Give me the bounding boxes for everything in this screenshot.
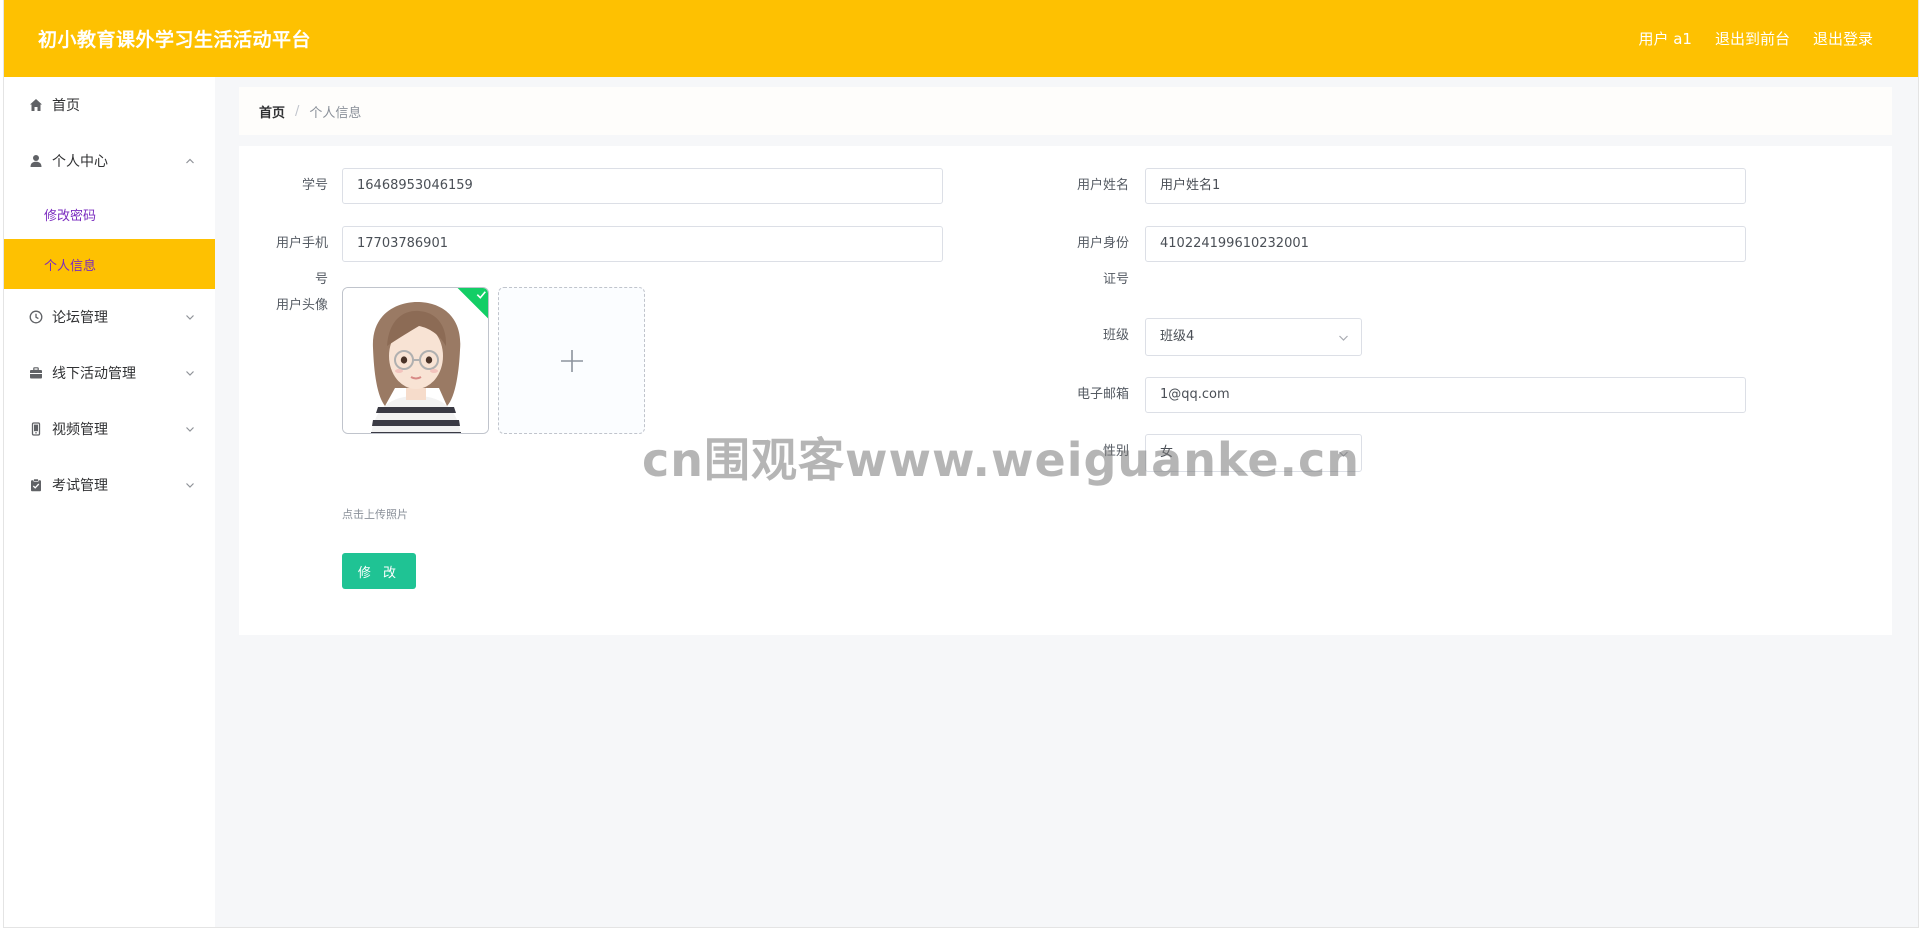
sidebar-item-label: 考试管理: [52, 478, 108, 494]
sidebar-item-offline-activity[interactable]: 线下活动管理: [4, 345, 215, 401]
sidebar-item-home[interactable]: 首页: [4, 77, 215, 133]
top-header: 初小教育课外学习生活活动平台 用户 a1 退出到前台 退出登录: [4, 0, 1918, 77]
user-name-label: 用户姓名: [1076, 178, 1129, 193]
sidebar-item-label: 首页: [52, 98, 80, 114]
id-card-label-line1: 用户身份: [1076, 236, 1129, 251]
avatar-illustration: [343, 288, 488, 433]
sidebar-item-label: 视频管理: [52, 422, 108, 438]
user-name-input[interactable]: 用户姓名1: [1145, 168, 1746, 204]
mobile-icon: [28, 421, 44, 437]
email-label: 电子邮箱: [1076, 387, 1129, 402]
breadcrumb-separator: /: [295, 103, 300, 119]
sidebar-item-exam[interactable]: 考试管理: [4, 457, 215, 513]
chevron-up-icon: [186, 158, 194, 164]
sidebar-item-label: 论坛管理: [52, 310, 108, 326]
home-icon: [28, 97, 44, 113]
sidebar-item-personal-info[interactable]: 个人信息: [4, 239, 215, 289]
logout-link[interactable]: 退出登录: [1813, 28, 1873, 49]
chevron-down-icon: [186, 427, 194, 432]
breadcrumb-home[interactable]: 首页: [259, 102, 285, 121]
phone-input[interactable]: 17703786901: [342, 226, 943, 262]
current-user-label: 用户 a1: [1638, 30, 1692, 48]
gender-label: 性别: [1102, 444, 1129, 459]
briefcase-icon: [28, 365, 44, 381]
clipboard-icon: [28, 477, 44, 493]
main-content: 首页 / 个人信息 学号 16468953046159 用户手机 号 17703…: [215, 77, 1918, 927]
class-select-value: 班级4: [1160, 329, 1195, 344]
plus-icon: [560, 349, 583, 372]
chevron-down-icon: [186, 371, 194, 376]
phone-label-line1: 用户手机: [275, 236, 328, 251]
sidebar-item-forum[interactable]: 论坛管理: [4, 289, 215, 345]
email-input[interactable]: 1@qq.com: [1145, 377, 1746, 413]
back-to-frontend-link[interactable]: 退出到前台: [1715, 28, 1790, 49]
student-id-input[interactable]: 16468953046159: [342, 168, 943, 204]
chevron-down-icon: [186, 483, 194, 488]
chevron-down-icon: [1339, 335, 1348, 341]
sidebar-item-personal-center[interactable]: 个人中心: [4, 133, 215, 189]
submit-button[interactable]: 修 改: [342, 553, 416, 589]
chevron-down-icon: [186, 315, 194, 320]
gender-select-value: 女: [1160, 445, 1174, 460]
sidebar-item-label: 个人中心: [52, 154, 108, 170]
avatar-upload-button[interactable]: [498, 287, 645, 434]
breadcrumb: 首页 / 个人信息: [239, 87, 1892, 135]
avatar-label: 用户头像: [275, 298, 328, 313]
personal-info-form: 学号 16468953046159 用户手机 号 17703786901 用户头…: [239, 146, 1892, 635]
sidebar-item-label: 线下活动管理: [52, 366, 136, 382]
breadcrumb-current: 个人信息: [309, 105, 362, 121]
sidebar-item-change-password[interactable]: 修改密码: [4, 189, 215, 239]
sidebar-menu: 首页 个人中心 修改密码 个人信息 论坛管理 线下活动管理 视频管理 考试管理: [4, 77, 215, 927]
gender-select[interactable]: 女: [1145, 434, 1362, 472]
sidebar-item-video[interactable]: 视频管理: [4, 401, 215, 457]
class-label: 班级: [1102, 328, 1129, 343]
clock-icon: [28, 309, 44, 325]
student-id-label: 学号: [301, 178, 328, 193]
id-card-label-line2: 证号: [1102, 272, 1129, 287]
app-title: 初小教育课外学习生活活动平台: [38, 29, 312, 51]
check-icon: [476, 291, 486, 299]
id-card-input[interactable]: 410224199610232001: [1145, 226, 1746, 262]
header-actions: 用户 a1 退出到前台 退出登录: [1638, 28, 1873, 49]
upload-hint: 点击上传照片: [342, 508, 408, 521]
user-icon: [28, 153, 44, 169]
chevron-down-icon: [1339, 451, 1348, 457]
class-select[interactable]: 班级4: [1145, 318, 1362, 356]
app-window: 初小教育课外学习生活活动平台 用户 a1 退出到前台 退出登录 首页 个人中心 …: [3, 0, 1919, 928]
avatar-image[interactable]: [342, 287, 489, 434]
